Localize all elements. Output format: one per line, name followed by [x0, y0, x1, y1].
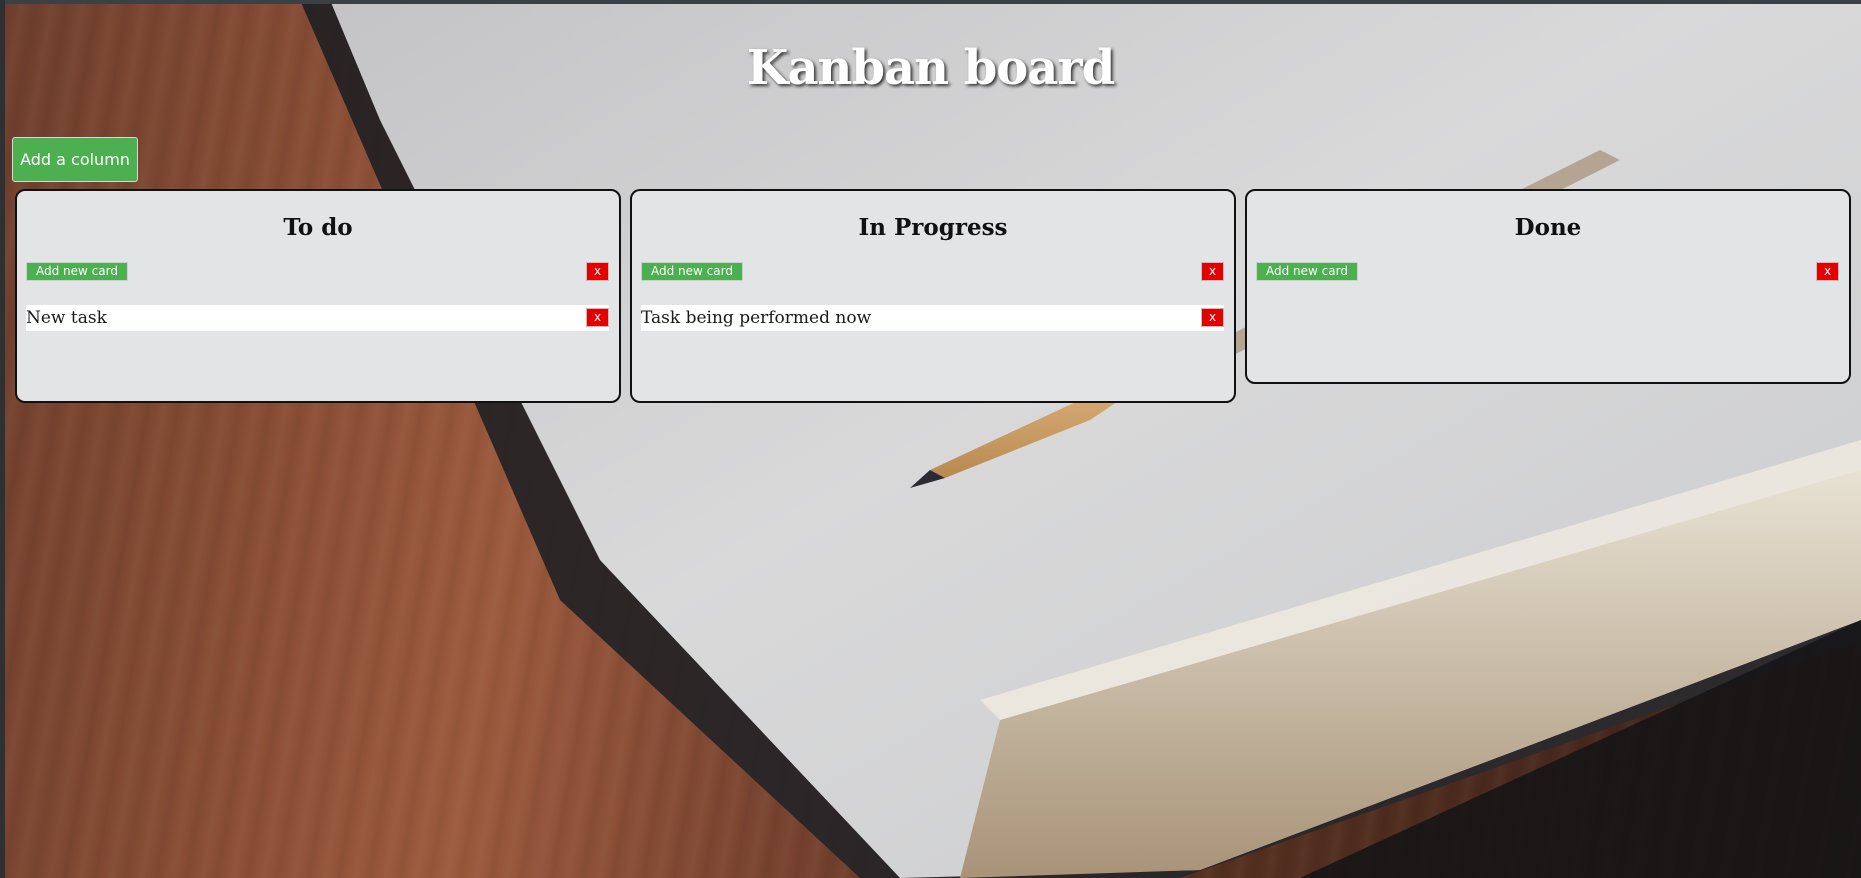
task-card[interactable]: Task being performed now x: [641, 305, 1224, 331]
notebook-illustration: [300, 0, 1861, 878]
window-left-border: [0, 0, 5, 878]
add-card-button[interactable]: Add new card: [641, 262, 743, 281]
add-card-button[interactable]: Add new card: [26, 262, 128, 281]
column-title: In Progress: [858, 214, 1008, 241]
window-top-border: [0, 0, 1861, 4]
column-title: Done: [1514, 214, 1582, 241]
column-in-progress: In Progress Add new card x Task being pe…: [630, 189, 1236, 403]
delete-card-button[interactable]: x: [586, 308, 609, 327]
task-card[interactable]: New task x: [26, 305, 609, 331]
delete-column-button[interactable]: x: [586, 262, 609, 281]
column-title: To do: [283, 214, 353, 241]
add-card-button[interactable]: Add new card: [1256, 262, 1358, 281]
delete-card-button[interactable]: x: [1201, 308, 1224, 327]
delete-column-button[interactable]: x: [1816, 262, 1839, 281]
card-text[interactable]: Task being performed now: [641, 308, 871, 328]
page-title: Kanban board: [746, 40, 1116, 96]
column-done: Done Add new card x: [1245, 189, 1851, 384]
background-image: [0, 0, 1861, 878]
delete-column-button[interactable]: x: [1201, 262, 1224, 281]
card-text[interactable]: New task: [26, 308, 107, 328]
column-to-do: To do Add new card x New task x: [15, 189, 621, 403]
add-column-button[interactable]: Add a column: [12, 137, 138, 182]
